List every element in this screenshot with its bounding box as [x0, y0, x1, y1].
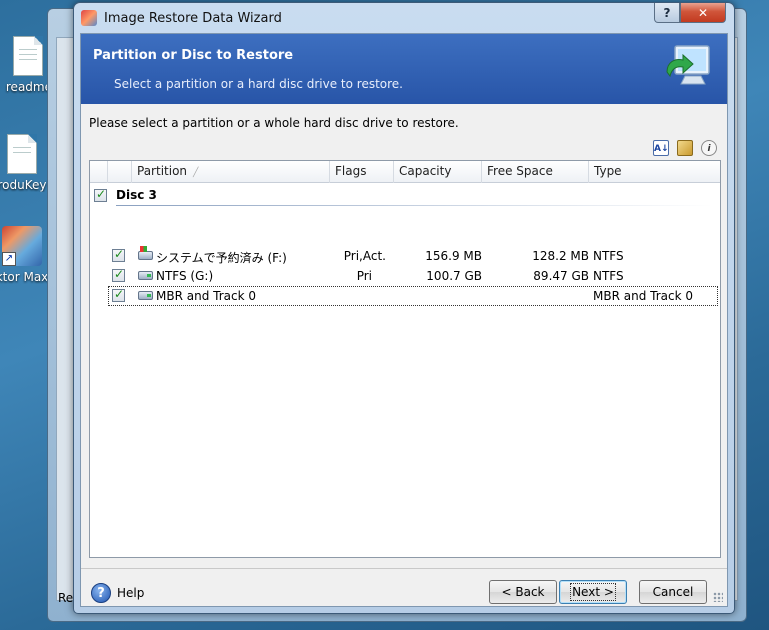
disc-group-label: Disc 3 [116, 188, 157, 202]
back-button-label: < Back [501, 585, 545, 599]
partition-checkbox[interactable] [112, 267, 125, 282]
restore-monitor-icon [666, 45, 710, 85]
disc-group[interactable]: Disc 3 [94, 185, 716, 207]
document-icon [13, 36, 43, 76]
partition-type: MBR and Track 0 [593, 289, 693, 303]
footer-divider [81, 568, 727, 569]
shortcut-arrow-icon: ↗ [2, 252, 16, 266]
cancel-button[interactable]: Cancel [639, 580, 707, 604]
application-icon: ↗ [2, 226, 42, 266]
column-header-check[interactable] [90, 161, 108, 183]
sort-ascending-icon: ╱ [193, 168, 199, 178]
page-subtitle: Select a partition or a hard disc drive … [114, 77, 403, 91]
partition-checkbox[interactable] [112, 287, 125, 302]
desktop-icon-label: ktor Max [0, 270, 49, 284]
column-header-icon[interactable] [108, 161, 132, 183]
column-label: Free Space [487, 164, 553, 178]
desktop-icon-app-shortcut[interactable]: ↗ ktor Max [0, 226, 52, 284]
app-icon [81, 10, 97, 26]
drive-icon [138, 291, 153, 300]
column-header-capacity[interactable]: Capacity [394, 161, 482, 183]
resize-grip[interactable] [713, 592, 723, 602]
background-window-text: Re [58, 591, 74, 605]
partition-list[interactable]: Partition ╱ Flags Capacity Free Space Typ… [89, 160, 721, 558]
next-button-label: Next > [570, 583, 616, 601]
column-label: Partition [137, 164, 188, 178]
drive-icon [138, 271, 153, 280]
properties-icon[interactable] [677, 140, 693, 156]
partition-flags: Pri,Act. [343, 249, 386, 263]
partition-free-space: 128.2 MB [532, 249, 589, 263]
column-label: Capacity [399, 164, 452, 178]
next-button[interactable]: Next > [559, 580, 627, 604]
instruction-text: Please select a partition or a whole har… [89, 116, 459, 130]
column-header-free-space[interactable]: Free Space [482, 161, 589, 183]
cancel-button-label: Cancel [652, 585, 694, 599]
column-header-partition[interactable]: Partition ╱ [132, 161, 330, 183]
list-item[interactable]: システムで予約済み (F:) Pri,Act. 156.9 MB 128.2 M… [90, 246, 720, 266]
partition-free-space: 89.47 GB [533, 269, 589, 283]
list-item[interactable]: NTFS (G:) Pri 100.7 GB 89.47 GB NTFS [90, 266, 720, 286]
back-button[interactable]: < Back [489, 580, 557, 604]
page-title: Partition or Disc to Restore [93, 48, 294, 63]
info-icon[interactable]: i [701, 140, 717, 156]
desktop-icon-label: roduKey [0, 178, 47, 192]
column-header-type[interactable]: Type [589, 161, 722, 183]
wizard-dialog: Image Restore Data Wizard ? ✕ Partition … [73, 2, 735, 614]
partition-capacity: 156.9 MB [425, 249, 482, 263]
document-icon [7, 134, 37, 174]
partition-checkbox[interactable] [112, 247, 125, 262]
partition-name: MBR and Track 0 [156, 289, 256, 303]
wizard-banner: Partition or Disc to Restore Select a pa… [81, 34, 727, 104]
column-label: Type [594, 164, 622, 178]
sort-az-icon[interactable]: A↓ [653, 140, 669, 156]
column-label: Flags [335, 164, 367, 178]
partition-capacity: 100.7 GB [426, 269, 482, 283]
window-title: Image Restore Data Wizard [104, 11, 282, 26]
partition-type: NTFS [593, 249, 624, 263]
disc-checkbox[interactable] [94, 187, 107, 202]
list-item[interactable]: MBR and Track 0 MBR and Track 0 [90, 286, 720, 306]
list-header: Partition ╱ Flags Capacity Free Space Typ… [90, 161, 720, 183]
partition-type: NTFS [593, 269, 624, 283]
desktop-icon-productkey[interactable]: roduKey [0, 134, 52, 192]
title-bar[interactable]: Image Restore Data Wizard ? ✕ [74, 3, 734, 33]
background-window-pane [56, 37, 74, 601]
partition-name: システムで予約済み (F:) [156, 251, 287, 265]
group-divider [116, 205, 712, 206]
title-help-button[interactable]: ? [654, 3, 680, 23]
help-link[interactable]: Help [117, 586, 144, 600]
help-icon[interactable]: ? [91, 583, 111, 603]
partition-name: NTFS (G:) [156, 269, 214, 283]
dialog-client: Partition or Disc to Restore Select a pa… [80, 33, 728, 607]
windows-drive-icon [138, 246, 153, 260]
partition-flags: Pri [356, 269, 372, 283]
close-button[interactable]: ✕ [680, 3, 726, 23]
column-header-flags[interactable]: Flags [330, 161, 394, 183]
